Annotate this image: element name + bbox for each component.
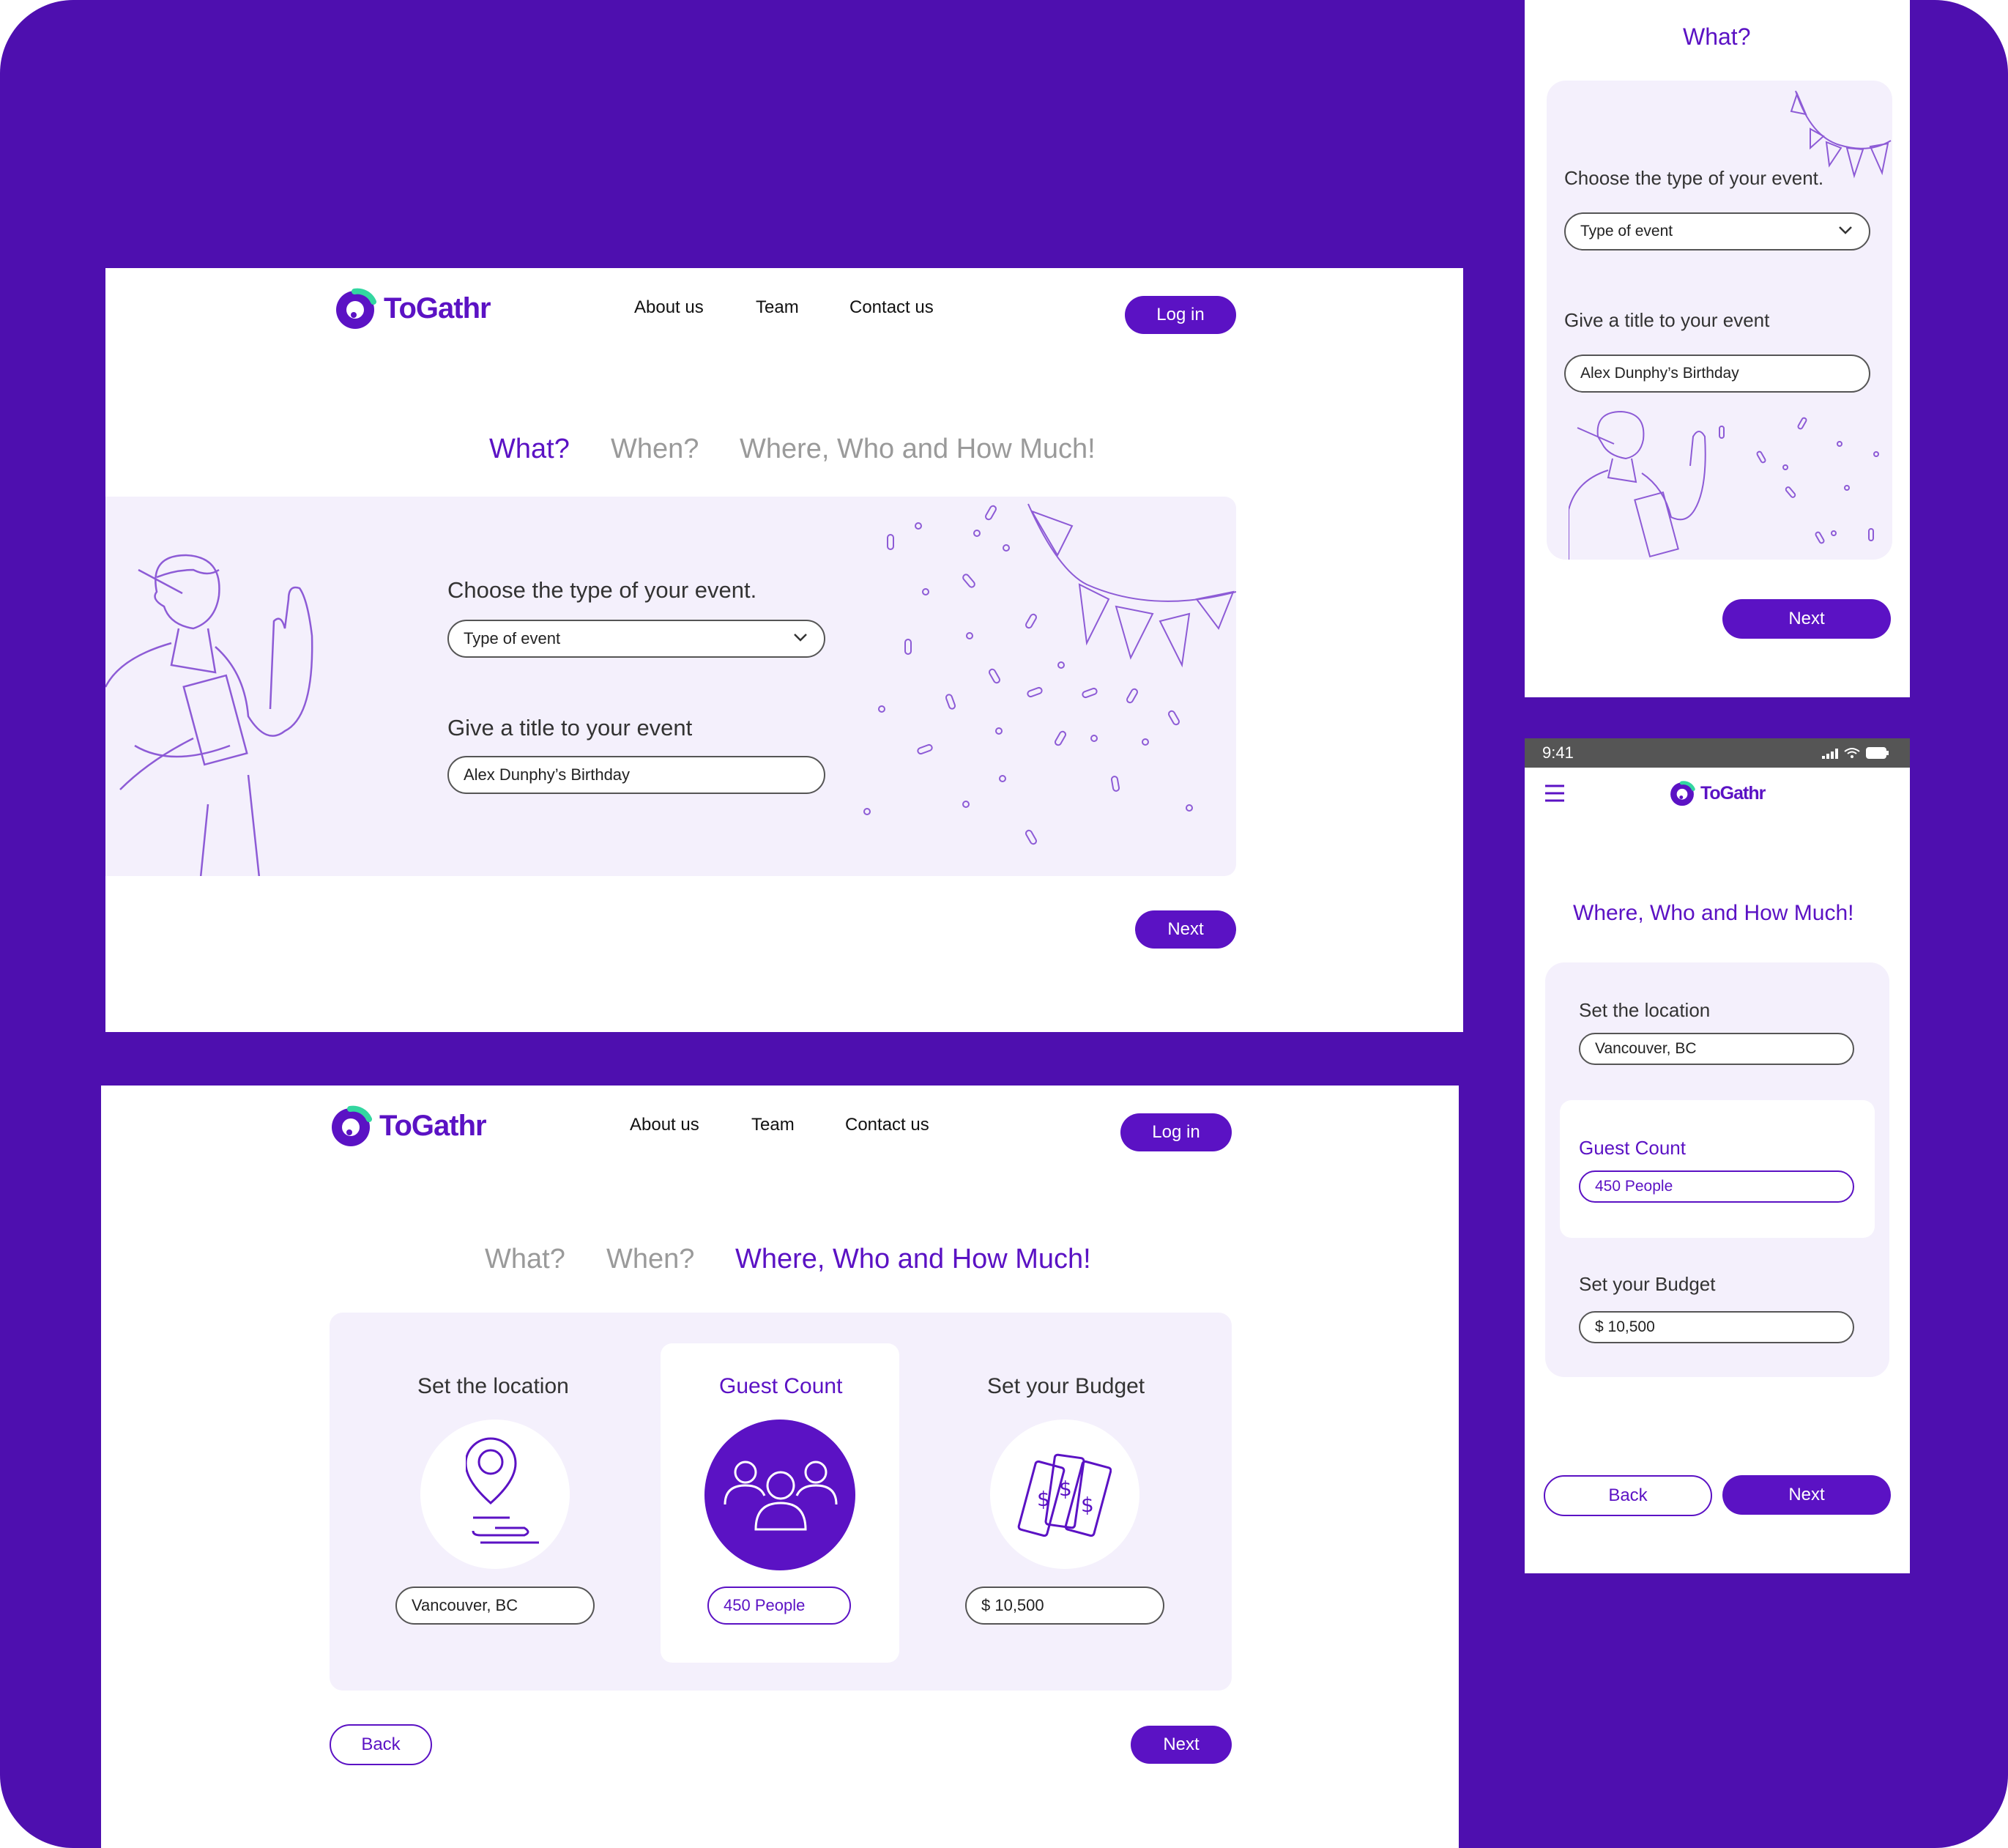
mobile-event-type-label: Choose the type of your event. <box>1564 167 1824 189</box>
guest-icon-circle <box>704 1420 855 1570</box>
nav-contact[interactable]: Contact us <box>845 1115 929 1135</box>
step-what[interactable]: What? <box>489 434 570 465</box>
mobile-event-title-label: Give a title to your event <box>1564 309 1770 331</box>
mobile-what-panel: Choose the type of your event. Type of e… <box>1547 81 1892 560</box>
event-type-select[interactable]: Type of event <box>447 620 825 658</box>
battery-icon <box>1866 747 1889 759</box>
event-title-value: Alex Dunphy’s Birthday <box>464 765 631 784</box>
nav-about[interactable]: About us <box>634 297 704 318</box>
logo-icon <box>336 288 376 329</box>
budget-label: Set your Budget <box>987 1374 1145 1398</box>
event-type-placeholder: Type of event <box>464 629 561 647</box>
what-form-panel: Choose the type of your event. Type of e… <box>105 497 1236 876</box>
budget-input[interactable]: $ 10,500 <box>965 1587 1164 1625</box>
mobile-step-title: Where, Who and How Much! <box>1573 901 1854 925</box>
mobile-guest-count-value: 450 People <box>1595 1178 1673 1195</box>
step-what[interactable]: What? <box>485 1244 565 1275</box>
person-illustration <box>105 554 313 876</box>
logo-icon <box>332 1105 372 1146</box>
status-time: 9:41 <box>1542 743 1574 762</box>
step-when[interactable]: When? <box>606 1244 694 1275</box>
brand-logo[interactable]: ToGathr <box>328 1103 487 1148</box>
mobile-budget-label: Set your Budget <box>1579 1273 1716 1295</box>
mobile-budget-input[interactable]: $ 10,500 <box>1579 1311 1854 1343</box>
mobile-what-screen: What? Choose the type of your event. Typ… <box>1525 0 1910 697</box>
mobile-guest-count-card[interactable]: Guest Count 450 People <box>1560 1100 1875 1238</box>
brand-name: ToGathr <box>379 1109 487 1142</box>
mobile-event-title-value: Alex Dunphy’s Birthday <box>1580 365 1739 382</box>
mobile-event-type-placeholder: Type of event <box>1580 223 1673 240</box>
nav-team[interactable]: Team <box>756 297 799 318</box>
desktop-where-screen: ToGathr About us Team Contact us Log in … <box>101 1086 1459 1848</box>
event-title-input[interactable]: Alex Dunphy’s Birthday <box>447 756 825 794</box>
mobile-guest-count-label: Guest Count <box>1579 1137 1686 1159</box>
location-value: Vancouver, BC <box>412 1596 518 1614</box>
wifi-icon <box>1844 748 1860 758</box>
confetti-illustration <box>863 503 1236 845</box>
event-title-label: Give a title to your event <box>447 715 693 741</box>
money-icon: $ $ $ <box>1017 1453 1112 1537</box>
mobile-back-button[interactable]: Back <box>1544 1475 1712 1516</box>
brand-name: ToGathr <box>384 292 491 324</box>
person-illustration <box>1569 410 1879 560</box>
guest-count-label: Guest Count <box>719 1374 843 1398</box>
mobile-location-label: Set the location <box>1579 999 1711 1021</box>
login-button[interactable]: Log in <box>1125 296 1236 334</box>
event-type-label: Choose the type of your event. <box>447 577 757 603</box>
brand-logo[interactable]: ToGathr <box>332 286 491 331</box>
guest-count-input[interactable]: 450 People <box>707 1587 851 1625</box>
mobile-location-value: Vancouver, BC <box>1595 1040 1697 1057</box>
step-when[interactable]: When? <box>611 434 699 465</box>
location-pin-icon <box>466 1437 539 1544</box>
mobile-where-panel: Set the location Vancouver, BC Guest Cou… <box>1545 962 1889 1377</box>
guest-count-value: 450 People <box>724 1596 806 1614</box>
mobile-where-screen: 9:41 ToGathr Where, Who and How Much! Se… <box>1525 738 1910 1573</box>
next-button[interactable]: Next <box>1131 1726 1232 1764</box>
svg-text:$: $ <box>1037 1487 1050 1511</box>
nav-about[interactable]: About us <box>630 1115 699 1135</box>
mobile-event-type-select[interactable]: Type of event <box>1564 212 1870 251</box>
people-icon <box>724 1461 838 1531</box>
chevron-down-icon <box>1839 226 1852 234</box>
location-input[interactable]: Vancouver, BC <box>395 1587 595 1625</box>
svg-text:$: $ <box>1059 1477 1072 1501</box>
mobile-guest-count-input[interactable]: 450 People <box>1579 1170 1854 1203</box>
mobile-brand-logo[interactable]: ToGathr <box>1668 779 1766 807</box>
signal-icon <box>1822 749 1838 759</box>
status-bar: 9:41 <box>1525 738 1910 768</box>
mobile-budget-value: $ 10,500 <box>1595 1318 1655 1335</box>
step-where[interactable]: Where, Who and How Much! <box>740 434 1096 465</box>
nav-contact[interactable]: Contact us <box>849 297 934 318</box>
back-button[interactable]: Back <box>330 1724 432 1765</box>
logo-icon <box>1670 781 1695 806</box>
login-button[interactable]: Log in <box>1120 1113 1232 1151</box>
chevron-down-icon <box>794 634 807 642</box>
mobile-event-title-input[interactable]: Alex Dunphy’s Birthday <box>1564 355 1870 393</box>
location-icon-circle <box>420 1420 570 1569</box>
where-form-panel: Set the location Vancouver, BC Guest Cou… <box>330 1313 1232 1691</box>
mobile-step-title: What? <box>1683 23 1751 50</box>
next-button[interactable]: Next <box>1135 910 1236 949</box>
budget-icon-circle: $ $ $ <box>990 1420 1139 1569</box>
mobile-next-button[interactable]: Next <box>1722 1475 1891 1515</box>
hamburger-icon[interactable] <box>1544 784 1566 803</box>
guest-count-card[interactable]: Guest Count 450 People <box>661 1343 899 1663</box>
desktop-what-screen: ToGathr About us Team Contact us Log in … <box>105 268 1463 1032</box>
mobile-next-button[interactable]: Next <box>1722 599 1891 639</box>
mobile-location-input[interactable]: Vancouver, BC <box>1579 1033 1854 1065</box>
nav-team[interactable]: Team <box>751 1115 795 1135</box>
location-label: Set the location <box>417 1374 569 1398</box>
svg-text:$: $ <box>1081 1493 1094 1517</box>
step-where[interactable]: Where, Who and How Much! <box>735 1244 1091 1275</box>
mobile-brand-name: ToGathr <box>1700 782 1766 804</box>
budget-value: $ 10,500 <box>981 1596 1044 1614</box>
